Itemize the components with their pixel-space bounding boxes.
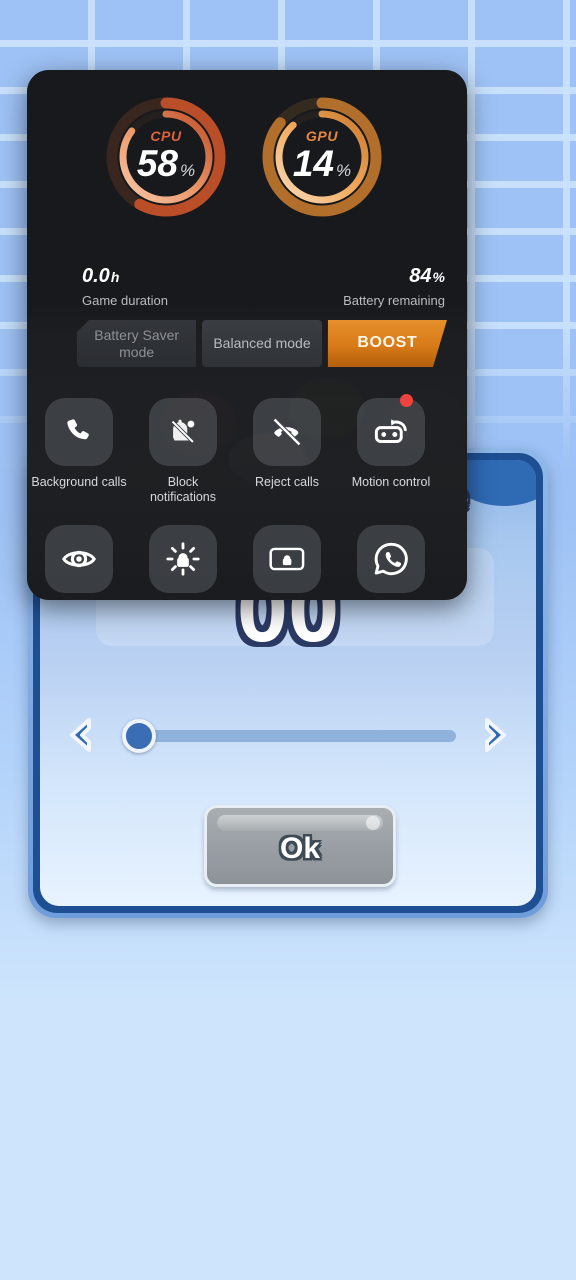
tool-background-calls[interactable]: Background calls xyxy=(28,390,130,505)
battery-unit: % xyxy=(432,269,445,285)
game-duration-stat: 0.0h Game duration xyxy=(82,265,168,308)
performance-mode-selector: Battery Saver mode Balanced mode BOOST xyxy=(77,320,447,367)
eye-icon xyxy=(45,524,113,593)
tool-label: Block notifications xyxy=(149,475,216,504)
tool-grid-row: Game display enhancement xyxy=(27,517,467,601)
phone-icon xyxy=(45,398,113,466)
screen-lock-icon xyxy=(253,524,321,593)
gpu-gauge: GPU 14% xyxy=(255,90,389,224)
tool-label: Motion control xyxy=(351,475,431,489)
tool-whatsapp-pip[interactable]: WhatsApp picture-in-picture xyxy=(340,517,442,601)
tool-motion-control[interactable]: Motion control xyxy=(340,390,442,505)
performance-gauges: CPU 58% GPU 14 % xyxy=(27,70,467,240)
game-duration-label: Game duration xyxy=(82,293,168,308)
tool-block-notifications[interactable]: Block notifications xyxy=(132,390,234,505)
slider-knob[interactable] xyxy=(122,719,156,753)
battery-number: 84 xyxy=(409,265,432,287)
mode-boost[interactable]: BOOST xyxy=(328,320,447,367)
battery-value: 84% xyxy=(343,265,445,288)
age-slider[interactable] xyxy=(112,711,464,759)
ok-button[interactable]: Ok xyxy=(204,805,396,887)
tool-label: Reject calls xyxy=(255,475,319,489)
motion-gamepad-icon xyxy=(357,394,425,466)
cpu-gauge: CPU 58% xyxy=(99,90,233,224)
age-slider-row xyxy=(40,705,536,765)
gpu-value-unit: % xyxy=(336,161,352,180)
tool-game-display-enhancement[interactable]: Game display enhancement xyxy=(28,517,130,601)
gpu-gauge-label: GPU xyxy=(305,128,339,144)
tool-grid: Background calls Block notifications Rej… xyxy=(27,390,467,600)
whatsapp-icon xyxy=(357,524,425,593)
chevron-right-icon[interactable] xyxy=(470,711,518,759)
gpu-value-number: 14 xyxy=(292,143,335,184)
mode-battery-saver[interactable]: Battery Saver mode xyxy=(77,320,197,367)
ok-button-label: Ok xyxy=(279,832,321,865)
battery-stat: 84% Battery remaining xyxy=(343,265,445,308)
cpu-gauge-value: 58% xyxy=(99,143,233,185)
tool-grid-row: Background calls Block notifications Rej… xyxy=(27,390,467,505)
button-highlight-dot xyxy=(366,816,380,830)
tool-label: Background calls xyxy=(31,475,127,489)
notification-off-icon xyxy=(149,398,217,466)
slider-track xyxy=(146,730,456,742)
mode-balanced[interactable]: Balanced mode xyxy=(202,320,322,367)
tool-offscreen-autoplay[interactable]: Off-screen autoplay xyxy=(236,517,338,601)
game-duration-value: 0.0h xyxy=(82,265,168,288)
chevron-left-icon[interactable] xyxy=(58,711,106,759)
tool-reject-calls[interactable]: Reject calls xyxy=(236,390,338,505)
gpu-gauge-value: 14% xyxy=(255,143,389,185)
game-turbo-panel: CPU 58% GPU 14 % 0.0h Game duration 84% … xyxy=(27,70,467,600)
tool-lock-brightness[interactable]: Lock brightness xyxy=(132,517,234,601)
duration-unit: h xyxy=(110,269,120,285)
phone-reject-icon xyxy=(253,398,321,466)
notification-badge xyxy=(400,394,413,407)
cpu-gauge-label: CPU xyxy=(150,128,182,144)
button-gloss xyxy=(217,815,383,831)
brightness-lock-icon xyxy=(149,524,217,593)
cpu-value-unit: % xyxy=(180,161,196,180)
cpu-value-number: 58 xyxy=(136,143,179,184)
battery-label: Battery remaining xyxy=(343,293,445,308)
duration-number: 0.0 xyxy=(82,265,110,287)
